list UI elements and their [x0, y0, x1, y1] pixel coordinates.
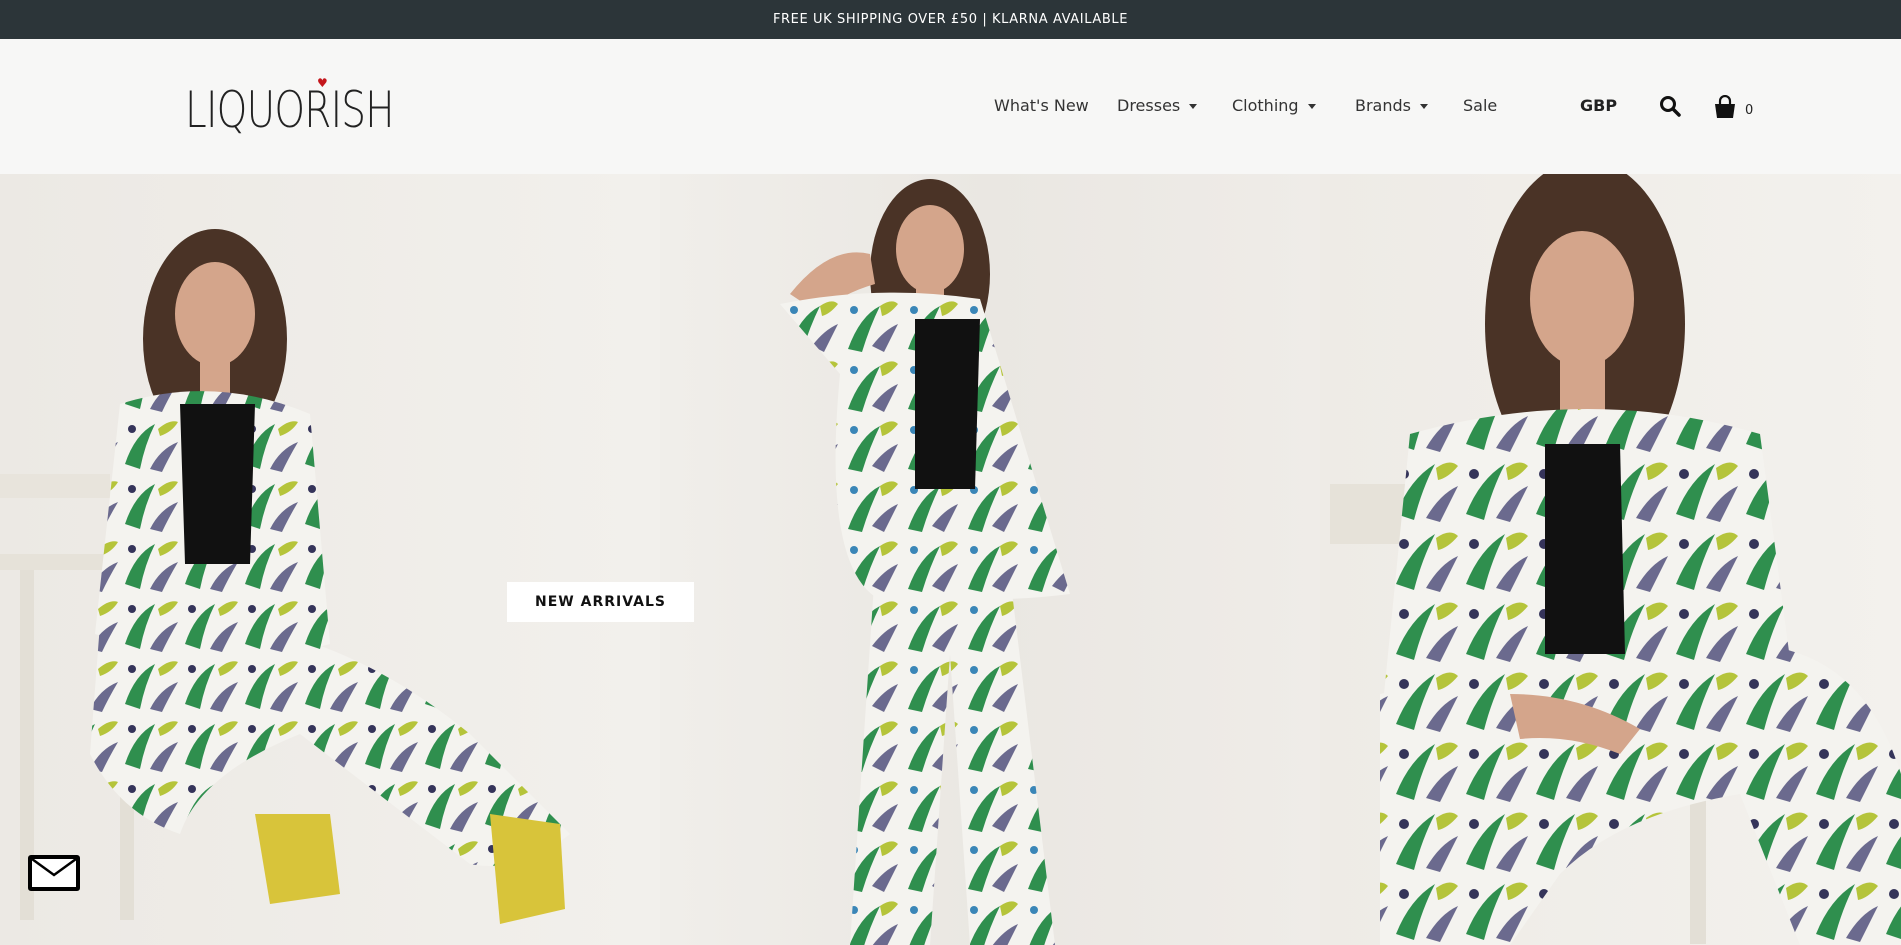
announcement-bar: FREE UK SHIPPING OVER £50 | KLARNA AVAIL…: [0, 0, 1901, 39]
nav-item-clothing[interactable]: Clothing: [1232, 96, 1316, 115]
nav-item-label: Dresses: [1117, 96, 1181, 115]
caret-down-icon: [1307, 104, 1316, 109]
hero-model-seated-left: [0, 174, 660, 945]
logo-text: LIQUORISH: [185, 81, 395, 139]
nav-item-label: Brands: [1355, 96, 1411, 115]
new-arrivals-button[interactable]: NEW ARRIVALS: [507, 582, 694, 622]
hero-model-seated-right: [1320, 174, 1901, 945]
nav-item-brands[interactable]: Brands: [1355, 96, 1428, 115]
nav-item-whats-new[interactable]: What's New: [994, 96, 1089, 115]
nav-item-label: Sale: [1463, 96, 1498, 115]
hero-banner[interactable]: NEW ARRIVALS: [0, 174, 1901, 945]
caret-down-icon: [1420, 104, 1428, 109]
logo[interactable]: LIQUORISH ♥: [185, 76, 395, 137]
nav-item-label: Clothing: [1232, 96, 1299, 115]
announcement-text: FREE UK SHIPPING OVER £50 | KLARNA AVAIL…: [772, 12, 1129, 27]
nav-item-sale[interactable]: Sale: [1463, 96, 1497, 115]
cart-count: 0: [1745, 103, 1754, 118]
site-header: LIQUORISH ♥ What's New Dresses Clothing …: [0, 39, 1901, 175]
search-button[interactable]: [1658, 94, 1682, 118]
shopping-bag-icon: [1715, 95, 1735, 118]
cart-button[interactable]: 0: [1713, 91, 1758, 119]
currency-selector[interactable]: GBP: [1580, 96, 1617, 115]
hero-model-standing-center: [660, 174, 1320, 945]
envelope-icon: [31, 857, 77, 887]
newsletter-button[interactable]: [28, 855, 80, 891]
caret-down-icon: [1189, 104, 1198, 109]
nav-item-label: What's New: [994, 96, 1089, 115]
heart-icon: ♥: [317, 76, 328, 90]
search-icon: [1660, 96, 1681, 117]
nav-item-dresses[interactable]: Dresses: [1117, 96, 1198, 115]
